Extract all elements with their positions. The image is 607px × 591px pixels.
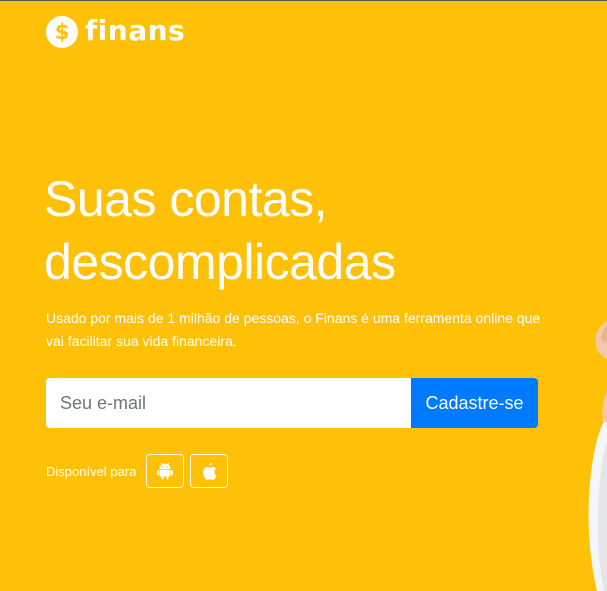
headline-line-2: descomplicadas — [44, 234, 396, 290]
email-input[interactable] — [46, 378, 411, 428]
signup-button[interactable]: Cadastre-se — [411, 378, 538, 428]
available-platforms: Disponível para — [46, 454, 229, 488]
hero-subtitle: Usado por mais de 1 milhão de pessoas, o… — [46, 310, 541, 349]
android-button[interactable] — [146, 454, 185, 488]
headline-line-1: Suas contas, — [44, 171, 328, 227]
brand-name: finans — [85, 14, 186, 47]
apple-icon — [203, 462, 217, 480]
dollar-coin-icon: $ — [46, 16, 78, 48]
apple-button[interactable] — [190, 454, 229, 488]
brand-logo[interactable]: $ finans — [46, 16, 185, 48]
signup-form: Cadastre-se — [46, 378, 538, 428]
person-image — [567, 321, 607, 591]
person-illustration — [588, 321, 607, 591]
available-label: Disponível para — [46, 463, 137, 479]
android-icon — [157, 462, 174, 480]
hero-headline: Suas contas, descomplicadas — [44, 168, 396, 294]
